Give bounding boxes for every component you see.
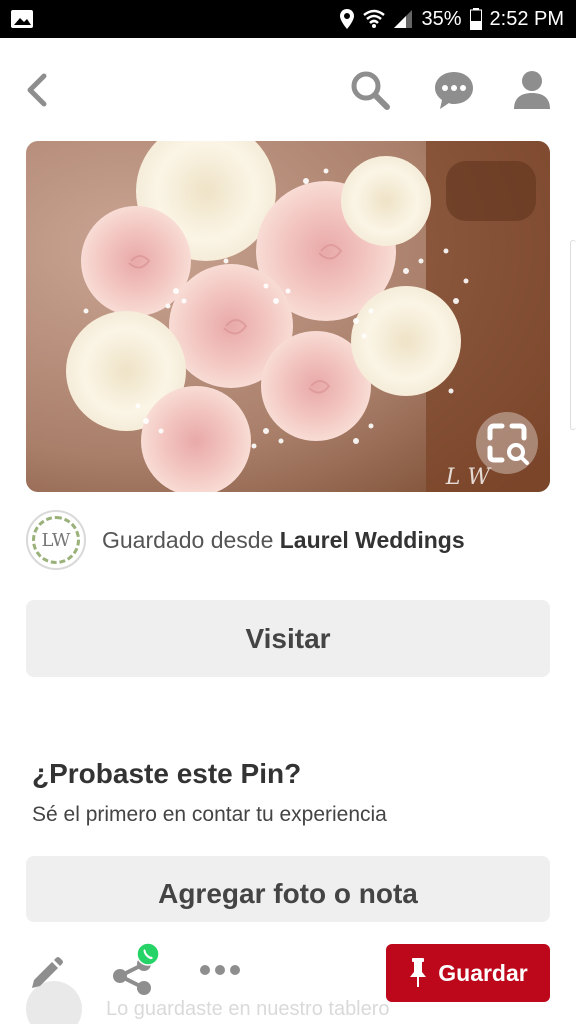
visual-search-button[interactable]	[476, 412, 538, 474]
profile-button[interactable]	[510, 68, 554, 112]
status-bar: 35% 2:52 PM	[0, 0, 576, 38]
visual-search-icon	[487, 423, 529, 465]
search-icon	[351, 71, 390, 110]
pin-source[interactable]: LW Guardado desde Laurel Weddings	[26, 510, 550, 570]
chevron-left-icon	[27, 73, 47, 107]
pencil-icon	[32, 957, 63, 988]
source-avatar[interactable]: LW	[26, 510, 86, 570]
visit-button[interactable]: Visitar	[26, 600, 550, 677]
save-label: Guardar	[438, 959, 528, 986]
back-button[interactable]	[22, 70, 54, 110]
source-attribution: Guardado desde Laurel Weddings	[102, 527, 465, 554]
source-name[interactable]: Laurel Weddings	[280, 527, 465, 553]
user-icon	[514, 71, 550, 109]
messages-button[interactable]	[432, 68, 476, 112]
battery-icon	[469, 8, 482, 30]
more-options-button[interactable]	[198, 960, 242, 980]
battery-percent: 35%	[421, 7, 462, 30]
location-icon	[340, 9, 355, 29]
edit-button[interactable]	[26, 954, 66, 994]
source-prefix: Guardado desde	[102, 526, 274, 553]
signal-icon	[394, 10, 413, 28]
search-button[interactable]	[348, 68, 392, 112]
tried-title: ¿Probaste este Pin?	[32, 758, 302, 789]
pushpin-icon	[410, 958, 427, 987]
clock: 2:52 PM	[489, 7, 564, 30]
bottom-action-bar: Lo guardaste en nuestro tablero Guardar	[0, 922, 576, 1024]
scroll-indicator	[570, 240, 576, 430]
add-photo-note-button[interactable]: Agregar foto o nota	[26, 856, 550, 922]
chat-bubble-icon	[435, 72, 473, 109]
share-button[interactable]	[108, 942, 164, 1000]
wifi-icon	[363, 9, 386, 28]
tried-subtitle: Sé el primero en contar tu experiencia	[32, 803, 387, 826]
more-dots-icon	[200, 965, 240, 975]
bouquet-photo	[26, 141, 550, 492]
pin-image[interactable]: L W	[26, 141, 550, 492]
gallery-notification-icon	[11, 10, 33, 28]
save-button[interactable]: Guardar	[386, 944, 550, 1002]
pin-header	[0, 58, 576, 122]
whatsapp-icon	[136, 942, 160, 966]
